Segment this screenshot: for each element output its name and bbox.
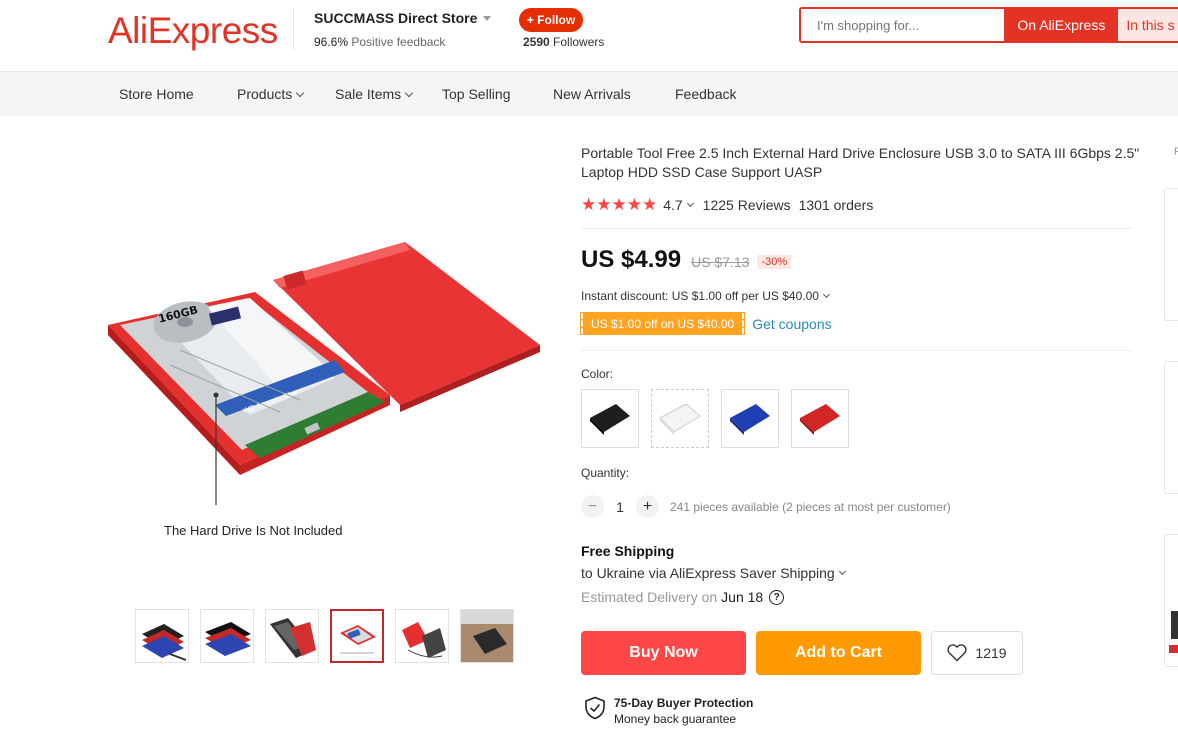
rating-value[interactable]: 4.7 [663,197,682,213]
nav-store-home[interactable]: Store Home [119,86,194,102]
chevron-down-icon [483,15,492,21]
nav-products[interactable]: Products [237,86,305,102]
color-swatch-black[interactable] [581,389,639,448]
search-bar: On AliExpress In this s [799,7,1178,43]
delivery-label: Estimated Delivery on [581,589,718,605]
store-info: SUCCMASS Direct Store 96.6% Positive fee… [293,8,492,50]
quantity-stepper: − 1 + 241 pieces available (2 pieces at … [581,495,951,518]
estimated-delivery: Estimated Delivery on Jun 18 ? [581,589,785,605]
buyer-protection: 75-Day Buyer Protection Money back guara… [584,696,753,726]
image-caption: The Hard Drive Is Not Included [164,523,342,538]
color-label: Color: [581,367,614,381]
follow-button[interactable]: + Follow [519,8,583,32]
main-product-image[interactable]: 160GB WD WD Scorpio Blue The Hard Drive … [100,200,550,570]
coupon-row: US $1.00 off on US $40.00 Get coupons [579,312,832,335]
product-thumbnail [1169,611,1178,653]
nav-label: Top Selling [442,86,511,102]
store-name-text: SUCCMASS Direct Store [314,10,478,26]
shield-check-icon [585,696,605,720]
shipping-title: Free Shipping [581,543,675,559]
search-input[interactable] [801,9,1005,41]
color-swatch-red[interactable] [791,389,849,448]
store-nav: Store Home Products Sale Items Top Selli… [0,72,1178,116]
search-on-aliexpress-button[interactable]: On AliExpress [1004,9,1119,41]
chevron-down-icon [296,88,305,97]
original-price: US $7.13 [691,254,750,270]
divider [581,350,1133,351]
followers-label: Followers [553,35,605,49]
star-rating-icon: ★★★★★ [581,195,658,214]
delivery-date: Jun 18 [721,589,764,605]
thumbnail-selected[interactable] [330,609,384,663]
reviews-count[interactable]: 1225 Reviews [703,197,791,213]
divider [581,228,1133,229]
followers-count: 2590 Followers [523,35,604,49]
nav-label: Store Home [119,86,194,102]
quantity-input[interactable]: 1 [604,499,636,515]
feedback-label: Positive feedback [351,35,446,49]
thumbnail[interactable] [135,609,189,663]
quantity-label: Quantity: [581,466,630,480]
coupon-badge: US $1.00 off on US $40.00 [579,312,746,335]
protection-text: 75-Day Buyer Protection Money back guara… [614,696,753,726]
nav-label: Products [237,86,293,102]
thumbnail[interactable] [200,609,254,663]
current-price: US $4.99 [581,246,682,273]
nav-top-selling[interactable]: Top Selling [442,86,511,102]
nav-label: Feedback [675,86,737,102]
orders-count: 1301 orders [798,197,874,213]
right-panel-label: F [1174,146,1178,158]
shipping-destination[interactable]: to Ukraine via AliExpress Saver Shipping [581,565,846,581]
help-icon[interactable]: ? [769,589,785,605]
protection-title: 75-Day Buyer Protection [614,696,754,710]
add-to-cart-button[interactable]: Add to Cart [756,631,921,675]
wishlist-button[interactable]: 1219 [931,631,1023,675]
quantity-increase-button[interactable]: + [636,495,659,518]
store-name[interactable]: SUCCMASS Direct Store [314,10,492,26]
thumbnail[interactable] [265,609,319,663]
followers-number: 2590 [523,35,550,49]
nav-label: Sale Items [335,86,402,102]
nav-sale-items[interactable]: Sale Items [335,86,414,102]
header: AliExpress SUCCMASS Direct Store 96.6% P… [0,0,1178,72]
thumbnail-strip [135,609,514,663]
nav-new-arrivals[interactable]: New Arrivals [553,86,631,102]
aliexpress-logo[interactable]: AliExpress [108,10,278,52]
chevron-down-icon [686,199,694,208]
chevron-down-icon [404,88,414,97]
color-swatches [581,389,849,448]
recommendation-card[interactable] [1164,534,1178,667]
color-swatch-white[interactable] [651,389,709,448]
search-in-store-button[interactable]: In this s [1118,9,1178,41]
color-swatch-blue[interactable] [721,389,779,448]
thumbnail[interactable] [460,609,514,663]
buy-now-button[interactable]: Buy Now [581,631,746,675]
heart-icon [947,644,968,662]
product-title: Portable Tool Free 2.5 Inch External Har… [581,145,1140,180]
availability-text: 241 pieces available (2 pieces at most p… [670,499,951,514]
wishlist-count: 1219 [975,645,1007,661]
chevron-down-icon [822,290,830,299]
discount-badge: -30% [757,255,792,269]
rating-row: ★★★★★ 4.7 1225 Reviews 1301 orders [581,195,873,215]
thumbnail[interactable] [395,609,449,663]
get-coupons-link[interactable]: Get coupons [752,316,831,332]
shipping-destination-text: to Ukraine via AliExpress Saver Shipping [581,565,835,581]
price-row: US $4.99 US $7.13 -30% [581,246,792,274]
chevron-down-icon [838,567,846,576]
store-feedback: 96.6% Positive feedback [314,35,491,49]
feedback-percent: 96.6% [314,35,349,49]
recommendation-card[interactable] [1164,188,1178,321]
nav-feedback[interactable]: Feedback [675,86,736,102]
recommendation-card[interactable] [1164,361,1178,494]
instant-discount[interactable]: Instant discount: US $1.00 off per US $4… [581,289,830,303]
protection-subtitle: Money back guarantee [614,712,737,726]
instant-discount-text: Instant discount: US $1.00 off per US $4… [581,289,819,303]
quantity-decrease-button[interactable]: − [581,495,604,518]
nav-label: New Arrivals [553,86,631,102]
